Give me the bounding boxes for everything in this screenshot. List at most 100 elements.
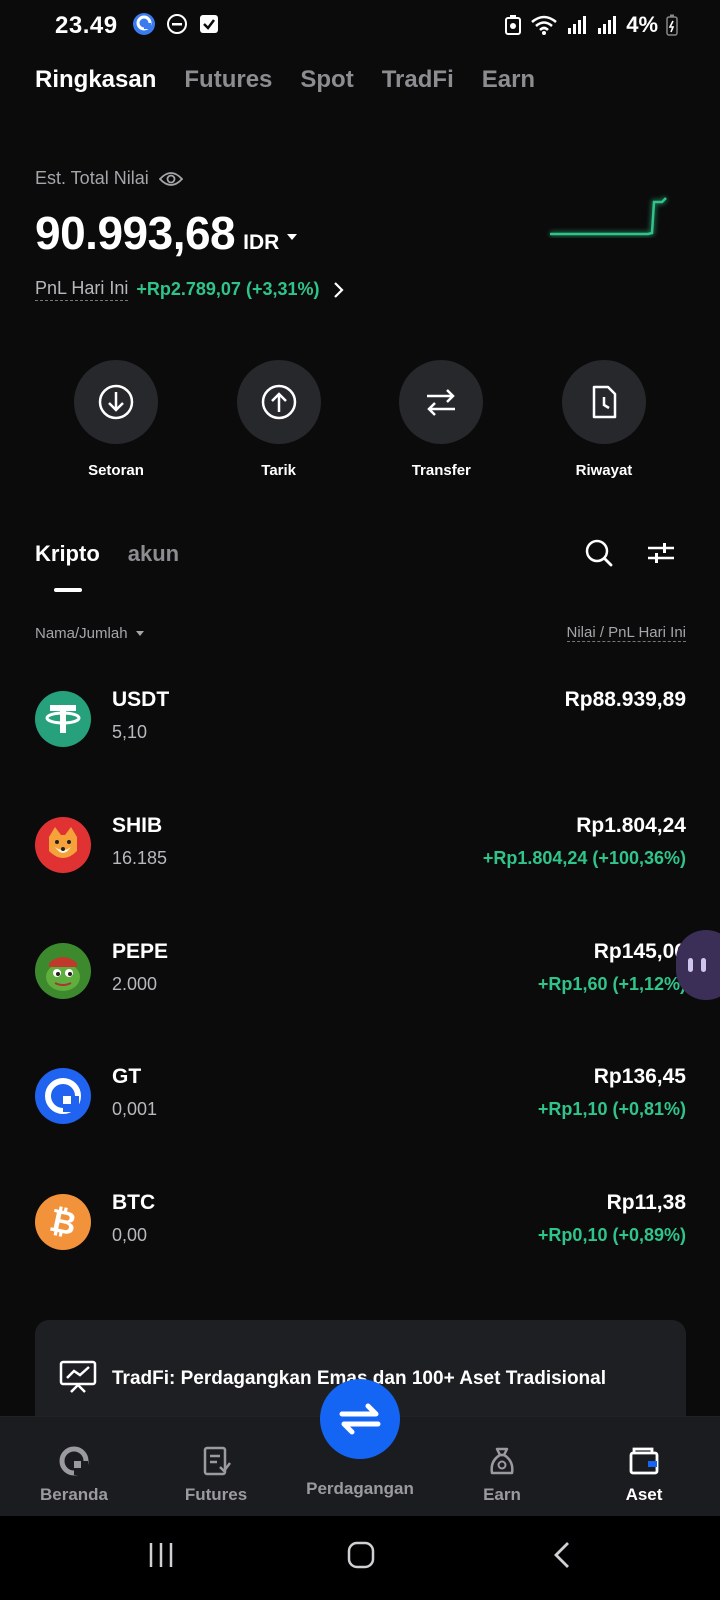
asset-section-tabs: Kripto akun [35,541,179,567]
bottom-navigation: Beranda Futures Perdagangan Earn Aset [0,1379,720,1516]
floating-assistant-handle[interactable] [676,930,720,1000]
earn-bag-icon [490,1447,514,1475]
wifi-icon [531,15,558,35]
filter-icon[interactable] [646,540,676,566]
asset-list-header: Nama/Jumlah Nilai / PnL Hari Ini [35,624,686,642]
recent-apps-icon[interactable] [146,1540,176,1570]
trade-fab-button[interactable] [320,1379,400,1459]
estimated-total-label: Est. Total Nilai [35,168,149,188]
section-tools [584,538,676,568]
withdraw-button[interactable]: Tarik [199,360,359,479]
nav-assets[interactable]: Aset [574,1445,714,1505]
balance-row: 90.993,68 IDR [35,206,298,260]
tab-tradfi[interactable]: TradFi [382,66,454,94]
search-icon[interactable] [584,538,614,568]
transfer-icon [427,389,456,416]
nav-home[interactable]: Beranda [4,1445,144,1505]
sort-by-name[interactable]: Nama/Jumlah [35,624,144,642]
estimated-total-label-row: Est. Total Nilai [35,168,183,189]
gt-coin-icon [35,1068,91,1124]
battery-percentage: 4% [626,12,658,37]
home-button-icon[interactable] [346,1540,376,1570]
battery-icon [666,14,678,36]
nav-trade-label[interactable]: Perdagangan [290,1479,430,1499]
currency-caret-icon[interactable] [287,234,298,240]
asset-amount: 16.185 [112,848,168,868]
pepe-coin-icon [35,943,91,999]
nav-earn[interactable]: Earn [432,1445,572,1505]
asset-row-gt[interactable]: GT 0,001 Rp136,45 +Rp1,10 (+0,81%) [35,1065,686,1135]
status-bar: 23.49 4% [0,0,720,50]
transfer-label: Transfer [411,462,471,479]
withdraw-icon [261,384,296,420]
deposit-button[interactable]: Setoran [36,360,196,479]
eye-icon[interactable] [158,170,183,188]
nav-futures[interactable]: Futures [146,1445,286,1505]
chart-board-icon [59,1360,97,1393]
tab-spot[interactable]: Spot [300,66,353,94]
today-pnl-row[interactable]: PnL Hari Ini +Rp2.789,07 (+3,31%) [35,278,348,301]
nav-home-label: Beranda [39,1485,109,1504]
status-left-icons [132,12,220,36]
shib-coin-icon [35,817,91,873]
asset-symbol: USDT [112,688,170,711]
asset-pnl: +Rp1.804,24 (+100,36%) [482,848,686,868]
asset-symbol: SHIB [112,814,163,837]
asset-row-usdt[interactable]: USDT 5,10 Rp88.939,89 [35,688,686,758]
nav-earn-label: Earn [483,1485,521,1504]
today-pnl-value: +Rp2.789,07 (+3,31%) [136,279,320,299]
deposit-label: Setoran [88,462,144,479]
asset-amount: 5,10 [112,722,148,742]
asset-row-pepe[interactable]: PEPE 2.000 Rp145,06 +Rp1,60 (+1,12%) [35,940,686,1010]
asset-row-btc[interactable]: ₿ BTC 0,00 Rp11,38 +Rp0,10 (+0,89%) [35,1191,686,1261]
usdt-coin-icon [35,691,91,747]
checkbox-notification-icon [200,15,218,33]
asset-value: Rp88.939,89 [564,688,686,711]
signal-icon-1 [568,16,587,34]
swap-icon [339,1403,381,1435]
value-pnl-header[interactable]: Nilai / PnL Hari Ini [566,624,686,642]
asset-row-shib[interactable]: SHIB 16.185 Rp1.804,24 +Rp1.804,24 (+100… [35,814,686,884]
sort-label: Nama/Jumlah [35,624,128,642]
asset-value: Rp136,45 [593,1065,686,1088]
today-pnl-label: PnL Hari Ini [35,278,129,301]
asset-amount: 2.000 [112,974,158,994]
history-button[interactable]: Riwayat [524,360,684,479]
asset-pnl: +Rp1,10 (+0,81%) [537,1099,686,1119]
asset-value: Rp145,06 [593,940,686,963]
active-tab-indicator [54,588,82,592]
system-navigation-bar [0,1516,720,1600]
asset-pnl: +Rp0,10 (+0,89%) [537,1225,686,1245]
wallet-icon [629,1447,659,1475]
transfer-button[interactable]: Transfer [361,360,521,479]
asset-amount: 0,00 [112,1225,148,1245]
status-time: 23.49 [55,12,118,39]
asset-value: Rp11,38 [606,1191,686,1214]
tab-futures[interactable]: Futures [184,66,272,94]
history-label: Riwayat [575,462,633,479]
btc-coin-icon: ₿ [35,1194,91,1250]
dnd-icon [167,14,187,34]
back-icon[interactable] [548,1540,578,1570]
nav-assets-label: Aset [625,1485,663,1504]
tab-earn[interactable]: Earn [482,66,535,94]
history-icon [592,385,617,419]
nav-futures-label: Futures [184,1485,248,1504]
tab-akun[interactable]: akun [128,541,179,567]
tab-kripto[interactable]: Kripto [35,541,100,567]
app-notification-icon [133,13,155,35]
asset-symbol: GT [112,1065,142,1088]
asset-symbol: PEPE [112,940,169,963]
currency-selector[interactable]: IDR [243,231,279,255]
top-tabs: Ringkasan Futures Spot TradFi Earn [35,66,535,94]
home-logo-icon [59,1446,89,1476]
futures-icon [203,1446,231,1476]
tab-ringkasan[interactable]: Ringkasan [35,66,156,94]
status-right-icons: 4% [504,12,678,38]
battery-saver-icon [505,15,522,35]
asset-pnl: +Rp1,60 (+1,12%) [537,974,686,994]
chevron-right-icon[interactable] [328,280,348,300]
balance-sparkline [550,196,668,237]
signal-icon-2 [598,16,617,34]
total-balance: 90.993,68 [35,207,236,259]
